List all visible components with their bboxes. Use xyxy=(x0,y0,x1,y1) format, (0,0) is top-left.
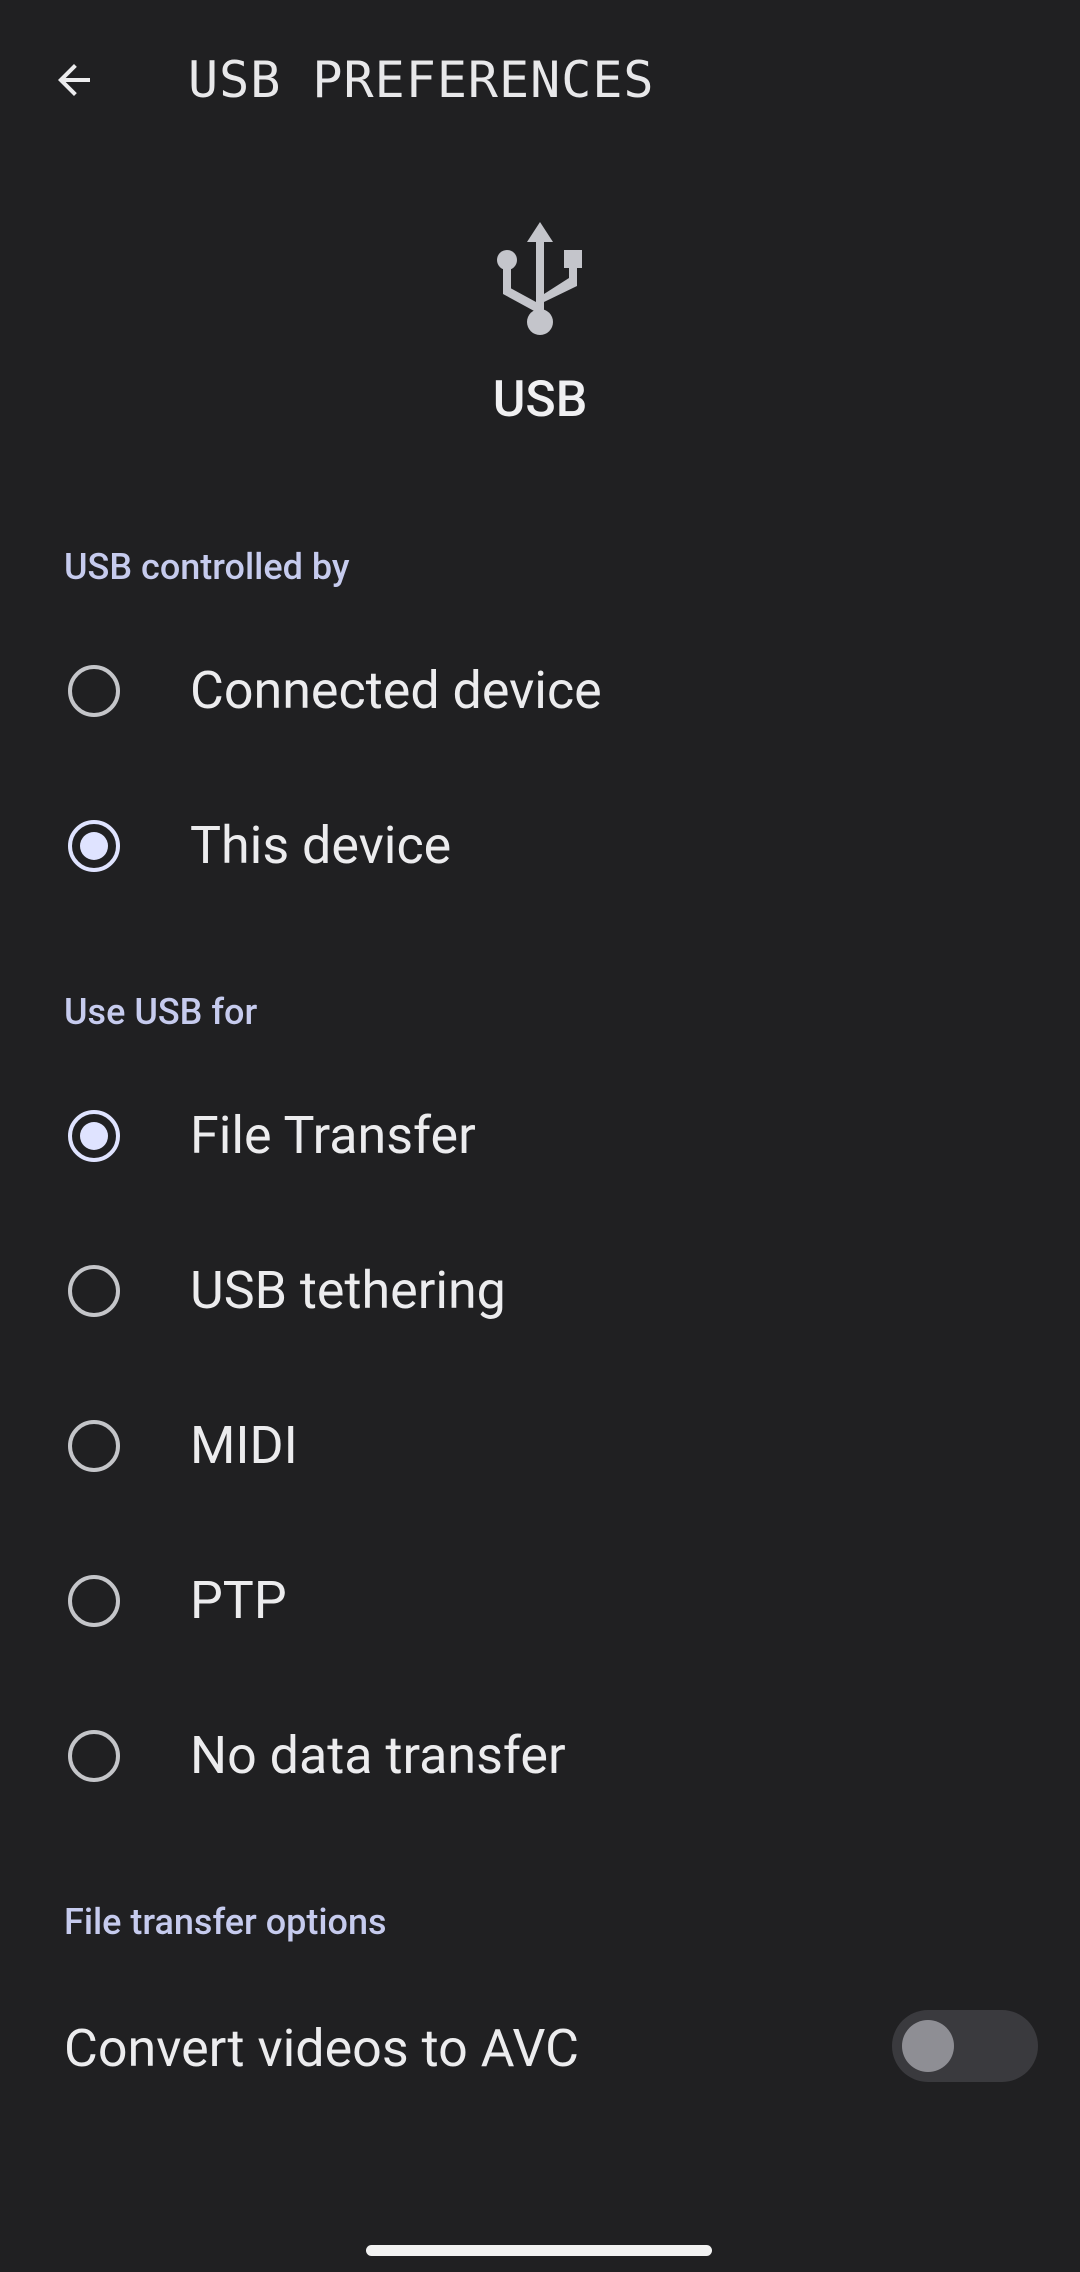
section-header-use-usb-for: Use USB for xyxy=(64,991,258,1033)
radio-option-ptp[interactable]: PTP xyxy=(0,1526,1080,1676)
radio-button[interactable] xyxy=(68,1575,120,1627)
convert-videos-label: Convert videos to AVC xyxy=(64,2018,579,2079)
radio-label: MIDI xyxy=(190,1415,298,1476)
radio-button[interactable] xyxy=(68,1420,120,1472)
usb-icon xyxy=(497,222,582,335)
radio-label: File Transfer xyxy=(190,1105,476,1166)
convert-videos-row[interactable]: Convert videos to AVC xyxy=(0,1974,1080,2124)
radio-button[interactable] xyxy=(68,1730,120,1782)
convert-videos-switch[interactable] xyxy=(892,2010,1038,2082)
section-header-usb-controlled-by: USB controlled by xyxy=(64,546,350,588)
switch-thumb xyxy=(902,2020,954,2072)
arrow-back-icon xyxy=(58,64,90,96)
radio-label: This device xyxy=(190,815,452,876)
radio-button-selected[interactable] xyxy=(68,1110,120,1162)
radio-option-midi[interactable]: MIDI xyxy=(0,1371,1080,1521)
gesture-nav-bar[interactable] xyxy=(366,2245,712,2256)
back-button[interactable] xyxy=(28,34,120,126)
usb-heading: USB xyxy=(492,371,588,429)
radio-label: No data transfer xyxy=(190,1725,566,1786)
radio-option-this-device[interactable]: This device xyxy=(0,771,1080,921)
radio-option-usb-tethering[interactable]: USB tethering xyxy=(0,1216,1080,1366)
radio-button[interactable] xyxy=(68,665,120,717)
radio-label: PTP xyxy=(190,1570,287,1631)
page-title: USB PREFERENCES xyxy=(188,51,655,109)
radio-label: Connected device xyxy=(190,660,602,721)
radio-option-file-transfer[interactable]: File Transfer xyxy=(0,1061,1080,1211)
radio-option-connected-device[interactable]: Connected device xyxy=(0,616,1080,766)
section-header-file-transfer-options: File transfer options xyxy=(64,1901,387,1943)
radio-option-no-data-transfer[interactable]: No data transfer xyxy=(0,1681,1080,1831)
radio-button[interactable] xyxy=(68,1265,120,1317)
radio-button-selected[interactable] xyxy=(68,820,120,872)
radio-label: USB tethering xyxy=(190,1260,506,1321)
